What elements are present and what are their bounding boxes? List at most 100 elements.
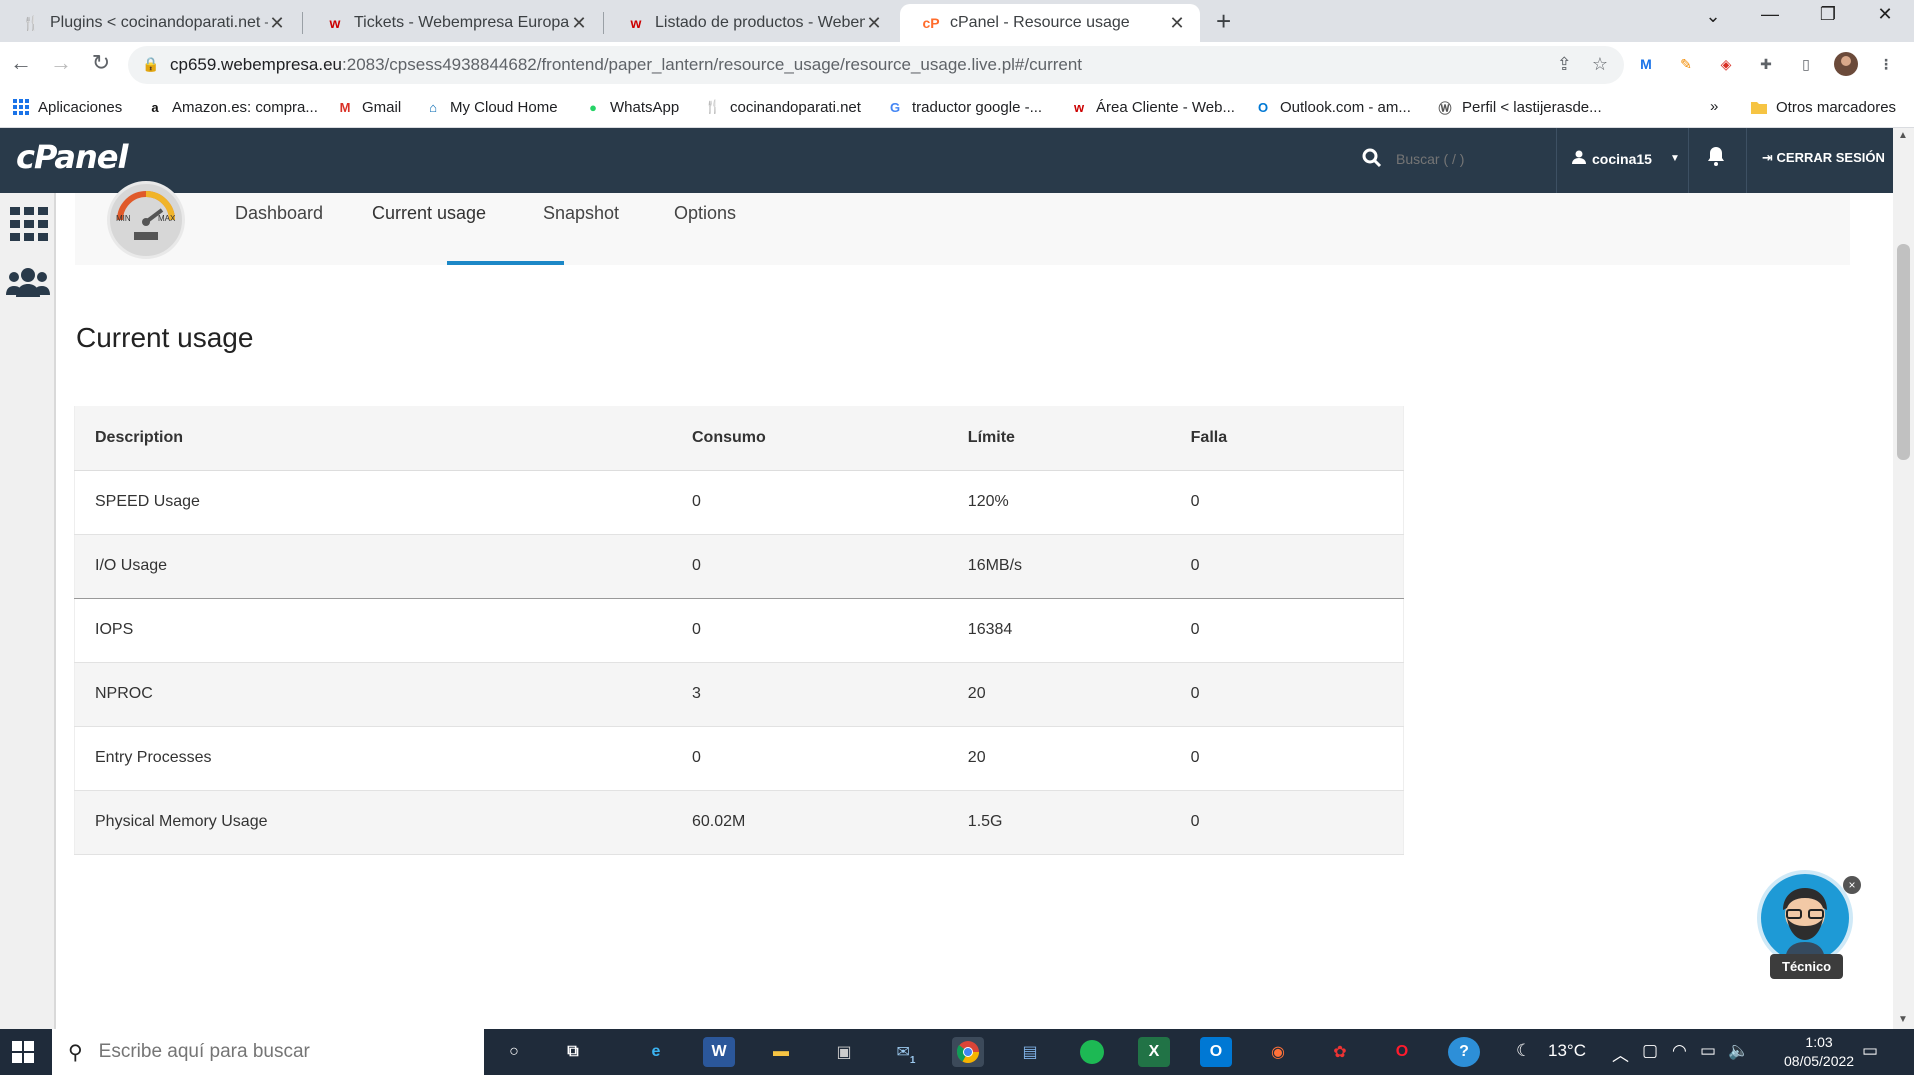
volume-icon[interactable]: 🔈	[1728, 1041, 1749, 1061]
webempresa-icon: w	[1073, 99, 1085, 115]
outlook-app-icon[interactable]: O	[1200, 1037, 1232, 1067]
close-tab-icon[interactable]: ✕	[1168, 13, 1186, 34]
battery-icon[interactable]: ▭	[1700, 1041, 1716, 1061]
other-bookmarks-folder[interactable]: Otros marcadores	[1750, 98, 1896, 116]
meet-now-icon[interactable]: ▢	[1642, 1041, 1658, 1061]
notifications-icon[interactable]: ▭	[1862, 1041, 1878, 1061]
tab-dashboard[interactable]: Dashboard	[235, 203, 323, 224]
mail-icon[interactable]: ✉ 1	[890, 1037, 922, 1067]
table-row: Entry Processes 0 20 0	[74, 726, 1404, 791]
tools-grid-icon[interactable]	[10, 207, 48, 246]
browser-tab-active[interactable]: cP cPanel - Resource usage ✕	[900, 4, 1200, 42]
system-clock[interactable]: 1:03 08/05/2022	[1784, 1033, 1854, 1071]
cell-description: Physical Memory Usage	[74, 790, 672, 855]
extension-m-icon[interactable]: M	[1634, 52, 1658, 76]
bookmark-star-icon[interactable]: ☆	[1592, 54, 1608, 75]
close-tab-icon[interactable]: ✕	[268, 13, 286, 34]
recipe-favicon-icon: 🍴	[22, 14, 40, 31]
scroll-down-arrow-icon[interactable]: ▼	[1898, 1014, 1908, 1025]
file-explorer-icon[interactable]: ▬	[765, 1037, 797, 1067]
bookmark-label: Perfil < lastijerasde...	[1462, 98, 1602, 116]
new-tab-button[interactable]: +	[1216, 6, 1231, 37]
browser-tab[interactable]: w Tickets - Webempresa Europa S.L ✕	[304, 4, 602, 42]
cpanel-search-input[interactable]	[1394, 150, 1544, 168]
bookmark-outlook[interactable]: O Outlook.com - am...	[1254, 98, 1411, 116]
opera-icon[interactable]: O	[1386, 1037, 1418, 1067]
extension-key-icon[interactable]: ✎	[1674, 52, 1698, 76]
cortana-icon[interactable]: ○	[498, 1037, 530, 1067]
tab-current-usage[interactable]: Current usage	[372, 203, 486, 224]
chrome-icon[interactable]	[952, 1037, 984, 1067]
forward-arrow-icon[interactable]: →	[46, 50, 76, 76]
taskbar-search-input[interactable]	[96, 1040, 457, 1064]
bookmark-amazon[interactable]: a Amazon.es: compra...	[146, 98, 318, 116]
browser-tab[interactable]: 🍴 Plugins < cocinandoparati.net — ✕	[0, 4, 300, 42]
bookmarks-overflow-button[interactable]: »	[1710, 98, 1718, 115]
bookmark-gmail[interactable]: M Gmail	[336, 98, 402, 116]
bookmark-area-cliente[interactable]: w Área Cliente - Web...	[1070, 98, 1235, 116]
cell-consumo: 0	[671, 726, 948, 791]
support-chat-avatar[interactable]	[1757, 870, 1853, 966]
profile-avatar[interactable]	[1834, 52, 1858, 76]
microsoft-store-icon[interactable]: ▣	[828, 1037, 860, 1067]
extensions-puzzle-icon[interactable]: ✚	[1754, 52, 1778, 76]
bookmark-perfil[interactable]: Ⓦ Perfil < lastijerasde...	[1436, 98, 1602, 116]
windows-start-icon[interactable]	[12, 1041, 34, 1068]
news-app-icon[interactable]: ▤	[1014, 1037, 1046, 1067]
help-app-icon[interactable]: ?	[1448, 1037, 1480, 1067]
bookmark-apps[interactable]: Aplicaciones	[12, 98, 122, 116]
edge-browser-icon[interactable]: e	[640, 1037, 672, 1067]
chat-agent-label[interactable]: Técnico	[1770, 954, 1844, 979]
cell-falla: 0	[1170, 790, 1404, 855]
bookmark-label: Outlook.com - am...	[1280, 98, 1411, 116]
spotify-icon[interactable]	[1076, 1037, 1108, 1067]
browser-tab[interactable]: w Listado de productos - Webemp ✕	[605, 4, 897, 42]
temperature[interactable]: 13°C	[1548, 1041, 1586, 1061]
extension-shield-icon[interactable]: ◈	[1714, 52, 1738, 76]
users-icon[interactable]	[6, 267, 50, 304]
wordpress-icon: Ⓦ	[1438, 100, 1452, 116]
task-view-icon[interactable]: ⧉	[557, 1037, 589, 1067]
user-menu[interactable]: cocina15 ▼	[1572, 150, 1680, 167]
webempresa-favicon-icon: w	[329, 15, 341, 31]
tab-search-chevron-icon[interactable]: ⌄	[1693, 6, 1733, 27]
bookmark-traductor[interactable]: G traductor google -...	[886, 98, 1042, 116]
weather-moon-icon[interactable]: ☾	[1516, 1041, 1531, 1061]
tab-options[interactable]: Options	[674, 203, 736, 224]
minimize-window-icon[interactable]: —	[1750, 4, 1790, 25]
paint-app-icon[interactable]: ✿	[1324, 1037, 1356, 1067]
logout-button[interactable]: ⇥ CERRAR SESIÓN	[1762, 150, 1885, 166]
word-icon[interactable]: W	[703, 1037, 735, 1067]
wifi-icon[interactable]: ◠	[1672, 1041, 1687, 1061]
scroll-up-arrow-icon[interactable]: ▲	[1898, 130, 1908, 141]
bookmark-my-cloud-home[interactable]: ⌂ My Cloud Home	[424, 98, 557, 116]
bookmark-cocinandoparati[interactable]: 🍴 cocinandoparati.net	[704, 98, 861, 116]
excel-icon[interactable]: X	[1138, 1037, 1170, 1067]
cpanel-logo[interactable]: cPanel	[16, 138, 128, 176]
restore-window-icon[interactable]: ❐	[1808, 4, 1848, 25]
close-window-icon[interactable]: ✕	[1865, 4, 1905, 25]
scrollbar-thumb[interactable]	[1897, 244, 1910, 460]
notifications-bell-icon[interactable]	[1707, 146, 1725, 172]
back-arrow-icon[interactable]: ←	[6, 50, 36, 76]
bookmark-whatsapp[interactable]: ● WhatsApp	[584, 98, 679, 116]
search-icon: ⚲	[68, 1041, 83, 1064]
firefox-icon[interactable]: ◉	[1262, 1037, 1294, 1067]
browser-menu-icon[interactable]: ⋮	[1874, 52, 1898, 76]
url-host: cp659.webempresa.eu	[170, 55, 343, 74]
cell-falla: 0	[1170, 534, 1404, 599]
page-scrollbar[interactable]: ▲ ▼	[1893, 128, 1914, 1029]
reload-icon[interactable]: ↻	[86, 50, 116, 76]
side-panel-icon[interactable]: ▯	[1794, 52, 1818, 76]
share-icon[interactable]: ⇪	[1557, 54, 1572, 75]
close-tab-icon[interactable]: ✕	[865, 13, 883, 34]
search-icon[interactable]	[1362, 148, 1382, 174]
chat-close-icon[interactable]: ×	[1843, 876, 1861, 894]
close-tab-icon[interactable]: ✕	[570, 13, 588, 34]
tab-snapshot[interactable]: Snapshot	[543, 203, 619, 224]
cell-consumo: 0	[671, 470, 948, 535]
lock-icon[interactable]: 🔒	[142, 56, 160, 74]
address-bar[interactable]: 🔒 cp659.webempresa.eu:2083/cpsess4938844…	[128, 46, 1624, 84]
show-hidden-icons-chevron-icon[interactable]: ︿	[1612, 1041, 1629, 1066]
taskbar-search-box[interactable]: ⚲	[52, 1029, 484, 1075]
